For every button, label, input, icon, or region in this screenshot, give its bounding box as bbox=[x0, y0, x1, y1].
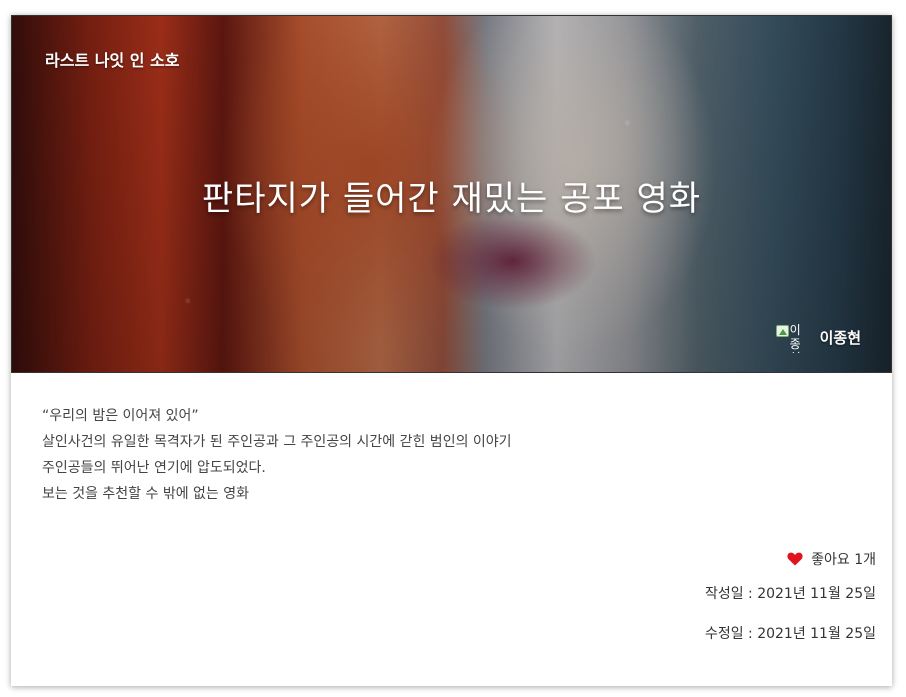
updated-date: 수정일 : 2021년 11월 25일 bbox=[704, 626, 876, 642]
created-date: 작성일 : 2021년 11월 25일 bbox=[704, 586, 876, 602]
author-info[interactable]: 이종현 이종현 bbox=[775, 321, 861, 353]
heart-icon[interactable] bbox=[787, 552, 803, 566]
content-line: 주인공들의 뛰어난 연기에 압도되었다. bbox=[42, 460, 266, 476]
hero-banner: 라스트 나잇 인 소호 판타지가 들어간 재밌는 공포 영화 이종현 이종현 bbox=[11, 15, 892, 373]
author-name[interactable]: 이종현 bbox=[820, 327, 861, 348]
avatar-alt-text: 이종현 bbox=[789, 323, 801, 353]
post-content: “우리의 밤은 이어져 있어” 살인사건의 유일한 목격자가 된 주인공과 그 … bbox=[42, 403, 512, 507]
broken-image-icon bbox=[775, 325, 789, 337]
like-row[interactable]: 좋아요 1개 bbox=[705, 546, 876, 572]
post-meta: 좋아요 1개 작성일 : 2021년 11월 25일 수정일 : 2021년 1… bbox=[705, 546, 876, 652]
content-line: 보는 것을 추천할 수 밖에 없는 영화 bbox=[42, 486, 250, 502]
post-title: 판타지가 들어간 재밌는 공포 영화 bbox=[201, 179, 702, 219]
like-count: 좋아요 1개 bbox=[811, 552, 876, 568]
content-line: “우리의 밤은 이어져 있어” bbox=[42, 408, 199, 424]
brand-title[interactable]: 라스트 나잇 인 소호 bbox=[45, 47, 179, 71]
post-card: 라스트 나잇 인 소호 판타지가 들어간 재밌는 공포 영화 이종현 이종현 “… bbox=[11, 15, 892, 686]
content-line: 살인사건의 유일한 목격자가 된 주인공과 그 주인공의 시간에 갇힌 범인의 … bbox=[42, 434, 512, 450]
avatar[interactable]: 이종현 bbox=[775, 321, 808, 353]
